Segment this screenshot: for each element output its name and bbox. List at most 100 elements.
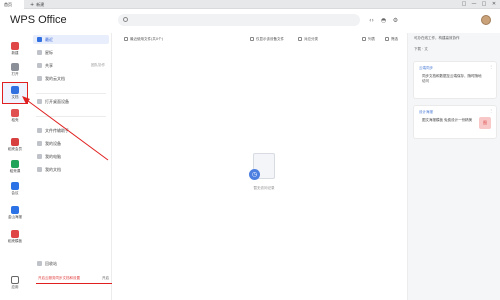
document-icon: [11, 86, 19, 94]
rail-item-meeting[interactable]: 会议: [2, 179, 28, 201]
list-view-button[interactable]: 列表: [362, 36, 375, 43]
sidebar-item-desktop-device[interactable]: 打开桌面设备: [33, 97, 109, 106]
main-content: 最近使用文件(共0个) 仅显示该设备文件 对应分类 列表 筛选 ◷ 暂无访问记录: [112, 33, 407, 300]
rail-item-member[interactable]: 稻壳会员: [2, 135, 28, 157]
app-title: WPS Office: [10, 14, 67, 26]
new-icon: [11, 42, 19, 50]
divider: [36, 116, 106, 117]
sidebar-item-recent[interactable]: 最近: [33, 35, 109, 44]
close-icon[interactable]: ✕: [489, 0, 499, 9]
rail-label: 金山海报: [8, 215, 22, 219]
clock-icon: [37, 37, 42, 42]
plus-icon: +: [30, 2, 35, 8]
minimize-icon[interactable]: —: [469, 0, 479, 9]
cast-icon[interactable]: ◓: [380, 17, 387, 24]
rail-label: 应用: [11, 285, 19, 289]
rail-label: 打开: [11, 72, 19, 76]
category-toggle[interactable]: 对应分类: [298, 36, 318, 43]
checkbox-icon: [298, 37, 302, 41]
rail-item-docs[interactable]: 文档: [2, 82, 28, 104]
card-title: 设计海报: [419, 110, 433, 114]
toolbar-label: 对应分类: [304, 37, 318, 41]
empty-illustration: ◷: [249, 151, 279, 183]
toolbar-label: 最近使用文件(共0个): [130, 37, 163, 41]
settings-icon[interactable]: ⚙: [392, 17, 399, 24]
rail-item-course[interactable]: 稻壳课: [2, 157, 28, 179]
graduation-cap-icon: [11, 160, 19, 168]
trash-icon: [37, 261, 42, 266]
toolbar-label: 仅显示该设备文件: [256, 37, 284, 41]
search-input[interactable]: [131, 15, 331, 25]
sidebar-item-label: 打开桌面设备: [45, 99, 69, 104]
tab-new-label: 新建: [36, 2, 45, 7]
sidebar-item-file-transfer[interactable]: 文件传输助手: [33, 126, 109, 135]
rail-item-new[interactable]: 新建: [2, 39, 28, 61]
rail-label: 新建: [11, 51, 19, 55]
sidebar-item-my-computer[interactable]: 我的电脑: [33, 152, 109, 161]
sidebar-item-my-documents[interactable]: 我的文档: [33, 165, 109, 174]
rail-label: 稻壳会员: [8, 147, 22, 151]
monitor-icon: [37, 99, 42, 104]
promo-subheading: 下载 · 文: [414, 47, 428, 51]
sidebar-item-starred[interactable]: 星标: [33, 48, 109, 57]
rail-item-open[interactable]: 打开: [2, 60, 28, 82]
restore-icon[interactable]: □: [459, 0, 469, 9]
enable-sync-button[interactable]: 开启: [102, 276, 109, 281]
cloud-sync-link[interactable]: 开启云服务同步文档和设置: [38, 276, 80, 281]
template-icon: [11, 230, 19, 238]
more-icon[interactable]: ⋮: [489, 64, 493, 69]
sidebar-item-label: 文件传输助手: [45, 128, 69, 133]
sidebar-item-shared[interactable]: 共享 团队协作: [33, 61, 109, 70]
rail-item-apps[interactable]: 应用: [2, 273, 28, 295]
tab-new[interactable]: + 新建: [26, 0, 48, 9]
empty-text: 暂无访问记录: [253, 186, 275, 190]
poster-icon: [11, 206, 19, 214]
rail-item-poster[interactable]: 金山海报: [2, 203, 28, 225]
sidebar-item-label: 共享: [45, 63, 53, 68]
poster-thumbnail: 图: [479, 117, 491, 129]
filter-button[interactable]: 筛选: [385, 36, 398, 43]
rail-item-daoke[interactable]: 稻壳: [2, 106, 28, 128]
rail-label: 稻壳: [11, 118, 19, 122]
sidebar-item-label: 我的电脑: [45, 154, 61, 159]
list-view-icon: [362, 37, 366, 41]
video-camera-icon: [11, 182, 19, 190]
folder-icon: [11, 63, 19, 71]
more-icon[interactable]: ⋮: [489, 108, 493, 113]
daoke-icon: [11, 109, 19, 117]
rail-item-template[interactable]: 稻壳模板: [2, 227, 28, 249]
search-bar[interactable]: [118, 14, 360, 26]
code-icon[interactable]: ‹›: [368, 17, 375, 24]
computer-icon: [37, 154, 42, 159]
title-bar: 首页 + 新建 □ — □ ✕: [0, 0, 500, 9]
cloud-icon: [37, 76, 42, 81]
avatar[interactable]: [481, 15, 491, 25]
shared-badge: 团队协作: [91, 63, 105, 67]
filter-icon: [385, 37, 389, 41]
card-body: 同步文档和数据至云端保存，随时随地访问: [422, 74, 482, 83]
left-rail: 新建 打开 文档 稻壳 稻壳会员 稻壳课 会议 金山海报 稻壳模板 应用: [0, 33, 30, 300]
device-filter-toggle[interactable]: 仅显示该设备文件: [250, 36, 284, 43]
poster-card[interactable]: 设计海报 ⋮ 图文海报模板 免费设计一份精美 图: [413, 105, 497, 139]
cloud-sync-card[interactable]: 云端同步 ⋮ 同步文档和数据至云端保存，随时随地访问: [413, 61, 497, 99]
card-title: 云端同步: [419, 66, 433, 70]
promo-heading: 可办在线工作，构建高效协作: [414, 36, 460, 40]
card-body: 图文海报模板 免费设计一份精美: [422, 118, 473, 122]
tab-home[interactable]: 首页: [0, 0, 24, 9]
checkbox-icon: [250, 37, 254, 41]
empty-state: ◷ 暂无访问记录: [240, 151, 288, 191]
maximize-icon[interactable]: □: [479, 0, 489, 9]
member-icon: [11, 138, 19, 146]
toolbar-label: 筛选: [391, 37, 398, 41]
sidebar-item-label: 回收站: [45, 261, 57, 266]
sidebar-item-trash[interactable]: 回收站: [33, 259, 109, 268]
recent-files-count: 最近使用文件(共0个): [124, 36, 163, 43]
star-icon: [37, 50, 42, 55]
divider: [36, 93, 106, 94]
clock-icon: ◷: [249, 169, 260, 180]
sidebar-item-label: 最近: [45, 37, 53, 42]
transfer-icon: [37, 128, 42, 133]
sidebar-item-cloud-docs[interactable]: 我的云文档: [33, 74, 109, 83]
sidebar-item-label: 我的云文档: [45, 76, 65, 81]
sidebar-item-my-devices[interactable]: 我的设备: [33, 139, 109, 148]
